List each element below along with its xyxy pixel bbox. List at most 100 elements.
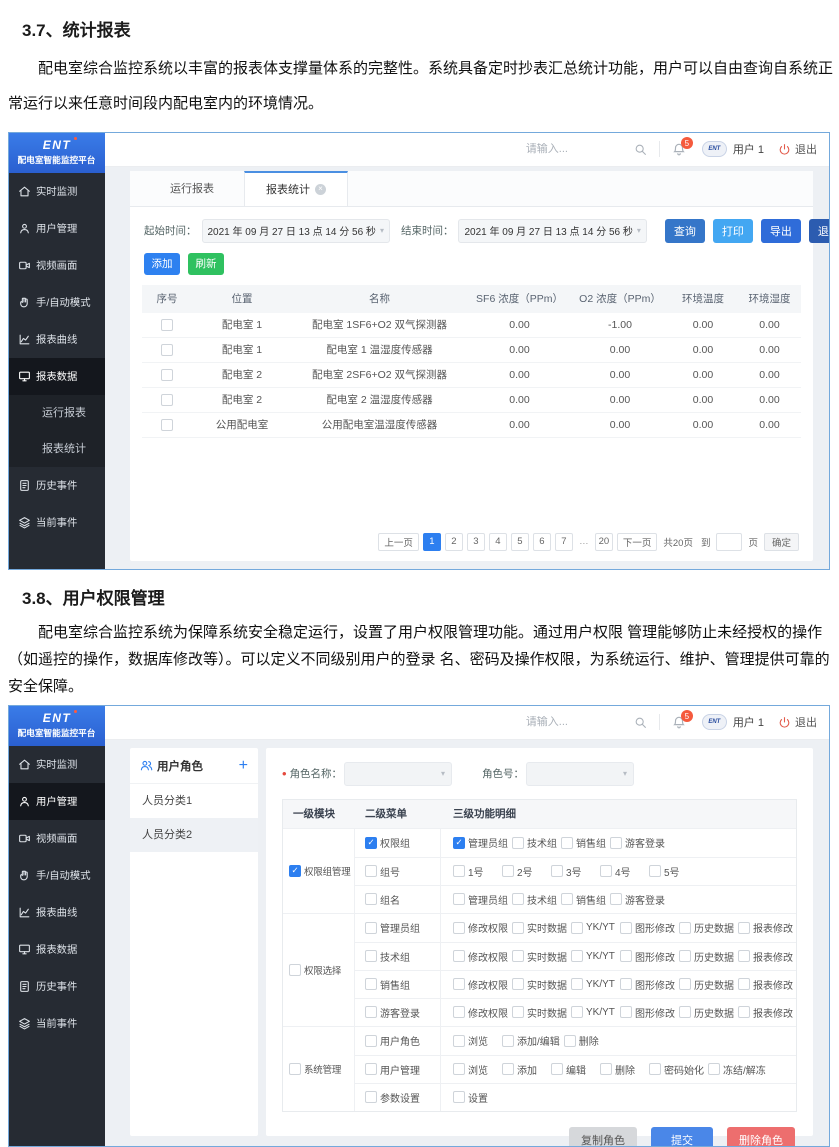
option-checkbox[interactable] — [512, 1006, 524, 1018]
page-number-button[interactable]: 3 — [467, 533, 485, 551]
sidebar-item-current-events[interactable]: 当前事件 — [9, 504, 105, 541]
option-checkbox-label[interactable]: 删除 — [600, 1062, 649, 1077]
option-checkbox-label[interactable]: 销售组 — [561, 835, 610, 850]
option-checkbox[interactable] — [610, 837, 622, 849]
option-checkbox-label[interactable]: 历史数据 — [679, 920, 738, 935]
sidebar-item-user-management[interactable]: 用户管理 — [9, 210, 105, 247]
sidebar-item-report-curve[interactable]: 报表曲线 — [9, 894, 105, 931]
option-checkbox[interactable] — [649, 865, 661, 877]
page-number-button[interactable]: 1 — [423, 533, 441, 551]
menu-checkbox-label[interactable]: 技术组 — [365, 949, 410, 964]
option-checkbox-label[interactable]: 报表修改 — [738, 920, 797, 935]
option-checkbox[interactable] — [679, 922, 691, 934]
end-time-picker[interactable]: 2021 年 09 月 27 日 13 点 14 分 56 秒 — [458, 219, 646, 243]
start-time-picker[interactable]: 2021 年 09 月 27 日 13 点 14 分 56 秒 — [202, 219, 390, 243]
role-list-item[interactable]: 人员分类2 — [130, 818, 258, 852]
sidebar-item-video-view[interactable]: 视频画面 — [9, 820, 105, 857]
page-number-button[interactable]: 7 — [555, 533, 573, 551]
menu-checkbox[interactable] — [365, 837, 377, 849]
row-checkbox[interactable] — [161, 369, 173, 381]
option-checkbox-label[interactable]: 浏览 — [453, 1062, 502, 1077]
menu-checkbox[interactable] — [365, 922, 377, 934]
option-checkbox[interactable] — [453, 1035, 465, 1047]
option-checkbox-label[interactable]: 4号 — [600, 864, 649, 879]
add-role-button[interactable]: + — [239, 758, 248, 774]
option-checkbox-label[interactable]: 历史数据 — [679, 949, 738, 964]
option-checkbox[interactable] — [738, 1006, 750, 1018]
option-checkbox-label[interactable]: 实时数据 — [512, 1005, 571, 1020]
option-checkbox[interactable] — [512, 837, 524, 849]
option-checkbox-label[interactable]: 实时数据 — [512, 977, 571, 992]
menu-checkbox-label[interactable]: 组名 — [365, 892, 400, 907]
menu-checkbox[interactable] — [365, 1091, 377, 1103]
menu-checkbox-label[interactable]: 游客登录 — [365, 1005, 420, 1020]
option-checkbox[interactable] — [620, 978, 632, 990]
tab-running-report[interactable]: 运行报表 — [140, 171, 244, 206]
search-input[interactable] — [526, 143, 634, 155]
option-checkbox-label[interactable]: YK/YT — [571, 950, 620, 962]
menu-checkbox-label[interactable]: 权限组 — [365, 835, 410, 850]
close-icon[interactable] — [315, 184, 326, 195]
sidebar-item-realtime-monitoring[interactable]: 实时监测 — [9, 746, 105, 783]
module-checkbox-label[interactable]: 权限选择 — [289, 963, 341, 977]
option-checkbox[interactable] — [453, 978, 465, 990]
option-checkbox[interactable] — [502, 1063, 514, 1075]
option-checkbox-label[interactable]: 图形修改 — [620, 977, 679, 992]
option-checkbox[interactable] — [571, 950, 583, 962]
option-checkbox-label[interactable]: 修改权限 — [453, 1005, 512, 1020]
power-icon[interactable] — [778, 143, 791, 156]
option-checkbox-label[interactable]: 报表修改 — [738, 977, 797, 992]
sidebar-item-report-curve[interactable]: 报表曲线 — [9, 321, 105, 358]
module-checkbox[interactable] — [289, 1063, 301, 1075]
option-checkbox-label[interactable]: 添加 — [502, 1062, 551, 1077]
option-checkbox[interactable] — [620, 922, 632, 934]
logout-button[interactable]: 退出 — [795, 714, 817, 730]
option-checkbox-label[interactable]: 技术组 — [512, 835, 561, 850]
menu-checkbox[interactable] — [365, 865, 377, 877]
option-checkbox-label[interactable]: 修改权限 — [453, 949, 512, 964]
username-label[interactable]: 用户 1 — [733, 714, 764, 730]
prev-page-button[interactable]: 上一页 — [378, 533, 419, 551]
avatar[interactable]: ENT — [702, 141, 727, 157]
option-checkbox[interactable] — [600, 865, 612, 877]
menu-checkbox-label[interactable]: 管理员组 — [365, 920, 420, 935]
option-checkbox[interactable] — [571, 1006, 583, 1018]
option-checkbox[interactable] — [453, 1063, 465, 1075]
sidebar-item-realtime-monitoring[interactable]: 实时监测 — [9, 173, 105, 210]
option-checkbox-label[interactable]: 冻结/解冻 — [708, 1062, 770, 1077]
page-number-button[interactable]: 6 — [533, 533, 551, 551]
option-checkbox[interactable] — [453, 1006, 465, 1018]
option-checkbox-label[interactable]: 图形修改 — [620, 949, 679, 964]
option-checkbox-label[interactable]: 游客登录 — [610, 892, 669, 907]
row-checkbox[interactable] — [161, 344, 173, 356]
option-checkbox-label[interactable]: 浏览 — [453, 1033, 502, 1048]
bell-icon[interactable]: 5 — [672, 142, 686, 156]
module-checkbox[interactable] — [289, 865, 301, 877]
delete-role-button[interactable]: 删除角色 — [727, 1127, 795, 1147]
option-checkbox-label[interactable]: 修改权限 — [453, 977, 512, 992]
option-checkbox[interactable] — [561, 893, 573, 905]
sidebar-item-current-events[interactable]: 当前事件 — [9, 1005, 105, 1042]
role-no-select[interactable] — [526, 762, 634, 786]
sidebar-item-user-management[interactable]: 用户管理 — [9, 783, 105, 820]
option-checkbox-label[interactable]: 技术组 — [512, 892, 561, 907]
option-checkbox-label[interactable]: 游客登录 — [610, 835, 669, 850]
option-checkbox-label[interactable]: 实时数据 — [512, 949, 571, 964]
sidebar-subitem-report-statistics[interactable]: 报表统计 — [9, 431, 105, 467]
add-button[interactable]: 添加 — [144, 253, 180, 275]
option-checkbox[interactable] — [453, 922, 465, 934]
username-label[interactable]: 用户 1 — [733, 141, 764, 157]
option-checkbox[interactable] — [502, 865, 514, 877]
option-checkbox[interactable] — [649, 1063, 661, 1075]
option-checkbox[interactable] — [453, 950, 465, 962]
sidebar-item-report-data[interactable]: 报表数据 — [9, 931, 105, 968]
logout-button[interactable]: 退出 — [795, 141, 817, 157]
option-checkbox-label[interactable]: 历史数据 — [679, 1005, 738, 1020]
option-checkbox[interactable] — [453, 837, 465, 849]
export-button[interactable]: 导出 — [761, 219, 801, 243]
option-checkbox[interactable] — [610, 893, 622, 905]
avatar[interactable]: ENT — [702, 714, 727, 730]
option-checkbox[interactable] — [502, 1035, 514, 1047]
sidebar-item-video-view[interactable]: 视频画面 — [9, 247, 105, 284]
module-checkbox-label[interactable]: 权限组管理 — [289, 864, 351, 878]
